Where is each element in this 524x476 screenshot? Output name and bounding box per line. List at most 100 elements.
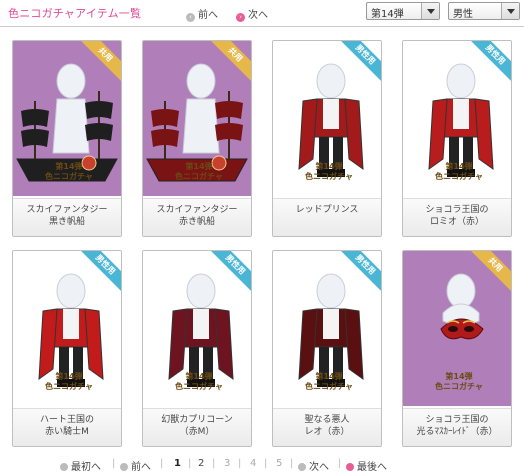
item-name-line2: 黒き帆船 [48,217,85,227]
gacha-badge: 第14弾 色ニコガチャ [429,160,489,188]
gender-select-value: 男性 [453,9,473,20]
item-name-line2: 赤き帆船 [178,217,215,227]
series-select[interactable]: 第14弾 [366,2,440,20]
item-name-line2: レオ（赤） [304,427,350,437]
item-caption: 幻獣カプリコーン （赤M） [143,408,251,446]
pager-separator: | [112,458,116,469]
item-name-line1: 幻獣カプリコーン [161,415,233,425]
badge-series: 第14弾 [315,372,343,381]
item-thumbnail[interactable]: 男性用 第14弾 色ニコガチャ [273,41,381,196]
item-name-line1: ショコラ王国の [425,415,489,425]
pager-separator: | [160,458,164,469]
prev-label: 前へ [198,10,218,21]
item-name-line2: 光るﾏｽｶｰﾚｲﾄﾞ（赤） [416,427,498,437]
next-link[interactable]: › 次へ [236,6,268,22]
pager-separator: | [238,458,242,469]
item-card[interactable]: 共用 第14弾 色ニコガチャ ショコラ王国の 光るﾏｽｶｰﾚｲﾄﾞ（赤） [402,250,512,447]
prev-link[interactable]: ‹ 前へ [186,6,218,22]
item-caption: スカイファンタジー 赤き帆船 [143,198,251,236]
item-thumbnail[interactable]: 男性用 第14弾 色ニコガチャ [403,41,511,196]
gender-select[interactable]: 男性 [448,2,520,20]
item-card[interactable]: 男性用 第14弾 色ニコガチャ幻獣カプリコーン （赤M） [142,250,252,447]
badge-gacha: 色ニコガチャ [305,172,353,181]
badge-gacha: 色ニコガチャ [45,382,93,391]
page-title: 色ニコガチャアイテム一覧 [8,7,142,20]
badge-series: 第14弾 [185,162,213,171]
badge-series: 第14弾 [55,162,83,171]
pager-separator: | [338,458,342,469]
item-name-line2: ロミオ（赤） [429,217,484,227]
badge-gacha: 色ニコガチャ [435,382,483,391]
gacha-badge: 第14弾 色ニコガチャ [39,370,99,398]
first-icon [60,463,68,471]
item-name-line1: 聖なる悪人 [304,415,350,425]
prev-icon: ‹ [186,13,195,22]
badge-gacha: 色ニコガチャ [45,172,93,181]
last-page-icon [346,463,354,471]
item-thumbnail[interactable]: 共用 第14弾 色ニコガチャ [143,41,251,196]
page-2[interactable]: 2 [198,458,204,469]
last-page-link[interactable]: 最後へ [346,458,387,473]
item-caption: 聖なる悪人レオ（赤） [273,408,381,446]
series-select-value: 第14弾 [371,9,404,20]
next-icon: › [236,13,245,22]
page-5[interactable]: 5 [276,458,282,469]
item-caption: ハート王国の 赤い騎士M [13,408,121,446]
next-label: 次へ [248,10,268,21]
page-3[interactable]: 3 [224,458,230,469]
badge-gacha: 色ニコガチャ [305,382,353,391]
item-card[interactable]: 男性用 第14弾 色ニコガチャレッドプリンス [272,40,382,237]
item-name-line1: ショコラ王国の [425,205,489,215]
gacha-badge: 第14弾 色ニコガチャ [299,160,359,188]
item-name-line1: レッドプリンス [295,205,359,215]
next-page-label: 次へ [309,462,329,473]
gacha-badge: 第14弾 色ニコガチャ [429,370,489,398]
item-caption: ショコラ王国の 光るﾏｽｶｰﾚｲﾄﾞ（赤） [403,408,511,446]
item-caption: ショコラ王国の ロミオ（赤） [403,198,511,236]
prev-page-label: 前へ [131,462,151,473]
next-page-icon [298,463,306,471]
first-label: 最初へ [71,462,101,473]
badge-series: 第14弾 [185,372,213,381]
header: 色ニコガチャアイテム一覧 ‹ 前へ › 次へ 第14弾 男性 [0,0,524,26]
header-divider [0,26,524,27]
item-caption: スカイファンタジー 黒き帆船 [13,198,121,236]
pager-separator: | [188,458,192,469]
item-thumbnail[interactable]: 共用 第14弾 色ニコガチャ [403,251,511,406]
item-name-line2: （赤M） [179,427,215,437]
pagination: 最初へ | 前へ | 1 | 2 | 3 | 4 | 5 | 次へ | 最後へ [0,456,524,474]
item-card[interactable]: 男性用 第14弾 色ニコガチャ聖なる悪人レオ（赤） [272,250,382,447]
prev-page-icon [120,463,128,471]
chevron-down-icon [501,3,519,19]
badge-gacha: 色ニコガチャ [175,382,223,391]
badge-gacha: 色ニコガチャ [435,172,483,181]
gacha-badge: 第14弾 色ニコガチャ [169,160,229,188]
item-card[interactable]: 共用 第14弾 色ニコガチャ スカイファンタジー 黒き帆船 [12,40,122,237]
item-name-line1: スカイファンタジー [26,205,108,215]
badge-series: 第14弾 [445,162,473,171]
item-thumbnail[interactable]: 男性用 第14弾 色ニコガチャ [273,251,381,406]
item-card[interactable]: 男性用 第14弾 色ニコガチャ ハート王国の 赤い騎士M [12,250,122,447]
last-page-label: 最後へ [357,462,387,473]
badge-series: 第14弾 [55,372,83,381]
first-page-link[interactable]: 最初へ [60,458,101,473]
item-name-line1: スカイファンタジー [156,205,238,215]
gacha-badge: 第14弾 色ニコガチャ [299,370,359,398]
gacha-badge: 第14弾 色ニコガチャ [39,160,99,188]
item-card[interactable]: 共用 第14弾 色ニコガチャ スカイファンタジー 赤き帆船 [142,40,252,237]
item-name-line2: 赤い騎士M [45,427,89,437]
item-thumbnail[interactable]: 男性用 第14弾 色ニコガチャ [143,251,251,406]
next-page-link[interactable]: 次へ [298,458,329,473]
page-4[interactable]: 4 [250,458,256,469]
item-thumbnail[interactable]: 共用 第14弾 色ニコガチャ [13,41,121,196]
badge-gacha: 色ニコガチャ [175,172,223,181]
item-thumbnail[interactable]: 男性用 第14弾 色ニコガチャ [13,251,121,406]
prev-page-link[interactable]: 前へ [120,458,151,473]
pager-separator: | [264,458,268,469]
pager-separator: | [290,458,294,469]
page-1[interactable]: 1 [174,458,181,469]
gacha-badge: 第14弾 色ニコガチャ [169,370,229,398]
item-caption: レッドプリンス [273,198,381,236]
item-card[interactable]: 男性用 第14弾 色ニコガチャ ショコラ王国の ロミオ（赤） [402,40,512,237]
pager-separator: | [212,458,216,469]
